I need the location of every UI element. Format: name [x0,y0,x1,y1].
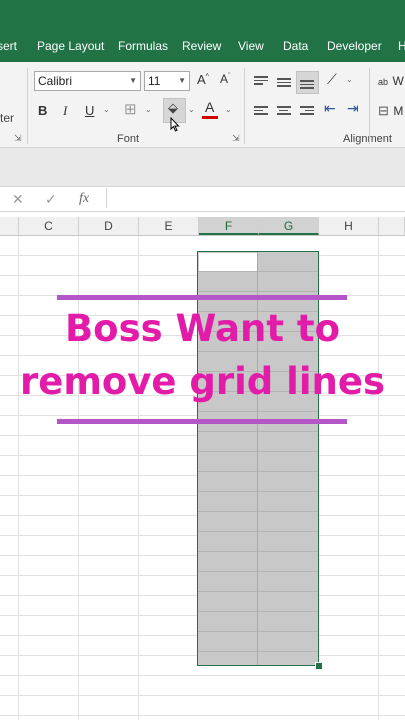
fill-handle[interactable] [315,662,323,670]
overlay-rule-bottom [57,419,347,424]
column-header-h[interactable]: H [319,217,379,235]
group-separator [27,68,28,144]
tab-help[interactable]: H [398,30,405,62]
overlay-title-line2: remove grid lines [19,360,385,403]
tab-page-layout[interactable]: Page Layout [37,30,104,62]
chevron-down-icon[interactable]: ⌄ [145,105,152,114]
overlay-title-line1: Boss Want to [64,307,341,350]
align-middle-icon[interactable] [277,76,291,89]
tab-developer[interactable]: Developer [327,30,382,62]
font-size-value: 11 [148,74,161,88]
tab-insert[interactable]: sert [0,30,17,62]
borders-icon[interactable]: ⊞ [124,100,137,118]
font-size-select[interactable]: 11 ▼ [144,71,190,91]
merge-center-button[interactable]: ⊟ M [378,102,403,120]
wrap-text-button[interactable]: ab W [378,72,404,90]
font-launcher-icon[interactable]: ⇲ [232,133,240,144]
tab-data[interactable]: Data [283,30,308,62]
shrink-font-label: A [220,72,229,86]
group-separator [244,68,245,144]
chevron-down-icon[interactable]: ⌄ [103,105,110,114]
clipboard-group-label: ter [0,111,15,125]
bold-button[interactable]: B [38,103,47,118]
orientation-icon[interactable]: ⟋ [327,71,337,88]
chevron-down-icon[interactable]: ⌄ [346,75,353,84]
align-center-icon[interactable] [277,104,291,117]
column-headers: C D E F G H [0,217,405,236]
ribbon-home: ter ⇲ Calibri ▼ 11 ▼ A^ Aˇ B I U ⌄ ⊞ ⌄ ⬙… [0,62,405,148]
tab-formulas[interactable]: Formulas [118,30,168,62]
grow-font-button[interactable]: A^ [197,72,209,87]
wrap-text-icon: ab [378,77,389,87]
formula-input[interactable] [106,188,405,208]
paint-bucket-icon: ⬙ [168,100,178,115]
font-group-label: Font [117,133,140,145]
merge-label: M [393,104,404,118]
chevron-down-icon[interactable]: ⌄ [225,105,232,114]
overlay-rule-top [57,295,347,300]
chevron-down-icon: ▼ [178,76,186,85]
font-name-select[interactable]: Calibri ▼ [34,71,141,91]
font-color-swatch [202,116,218,119]
align-bottom-button[interactable] [296,71,319,94]
clipboard-launcher-icon[interactable]: ⇲ [14,133,22,144]
align-top-icon[interactable] [254,74,268,87]
italic-button[interactable]: I [63,103,67,119]
font-color-letter: A [205,99,215,115]
chevron-down-icon: ▼ [129,76,137,85]
decrease-indent-icon[interactable]: ⇤ [324,100,336,117]
column-header-partial[interactable] [0,217,19,235]
ribbon-gap [0,148,405,186]
title-bar [0,0,405,30]
underline-button[interactable]: U [85,103,94,118]
column-header-f[interactable]: F [199,217,259,235]
group-separator [369,68,370,144]
column-header-e[interactable]: E [139,217,199,235]
increase-indent-icon[interactable]: ⇥ [347,100,359,117]
column-header-d[interactable]: D [79,217,139,235]
tab-review[interactable]: Review [182,30,221,62]
wrap-text-label: W [392,74,404,88]
column-header-c[interactable]: C [19,217,79,235]
alignment-group-label: Alignment [343,133,392,145]
insert-function-icon[interactable]: fx [79,187,89,211]
ribbon-tabs: sert Page Layout Formulas Review View Da… [0,30,405,62]
font-name-value: Calibri [38,74,73,88]
chevron-down-icon[interactable]: ⌄ [188,105,195,114]
align-left-icon[interactable] [254,104,268,117]
merge-icon: ⊟ [378,103,389,118]
align-right-icon[interactable] [300,104,314,117]
column-header-partial[interactable] [379,217,405,235]
cancel-icon[interactable]: ✕ [12,187,24,211]
mouse-cursor-icon [170,117,180,132]
grow-font-label: A [197,72,206,87]
formula-bar: ✕ ✓ fx [0,186,405,212]
tab-view[interactable]: View [238,30,264,62]
column-header-g[interactable]: G [259,217,319,235]
shrink-font-button[interactable]: Aˇ [220,72,230,86]
font-color-button[interactable]: A [202,99,218,119]
enter-icon[interactable]: ✓ [45,187,57,211]
align-bottom-icon [300,78,314,91]
